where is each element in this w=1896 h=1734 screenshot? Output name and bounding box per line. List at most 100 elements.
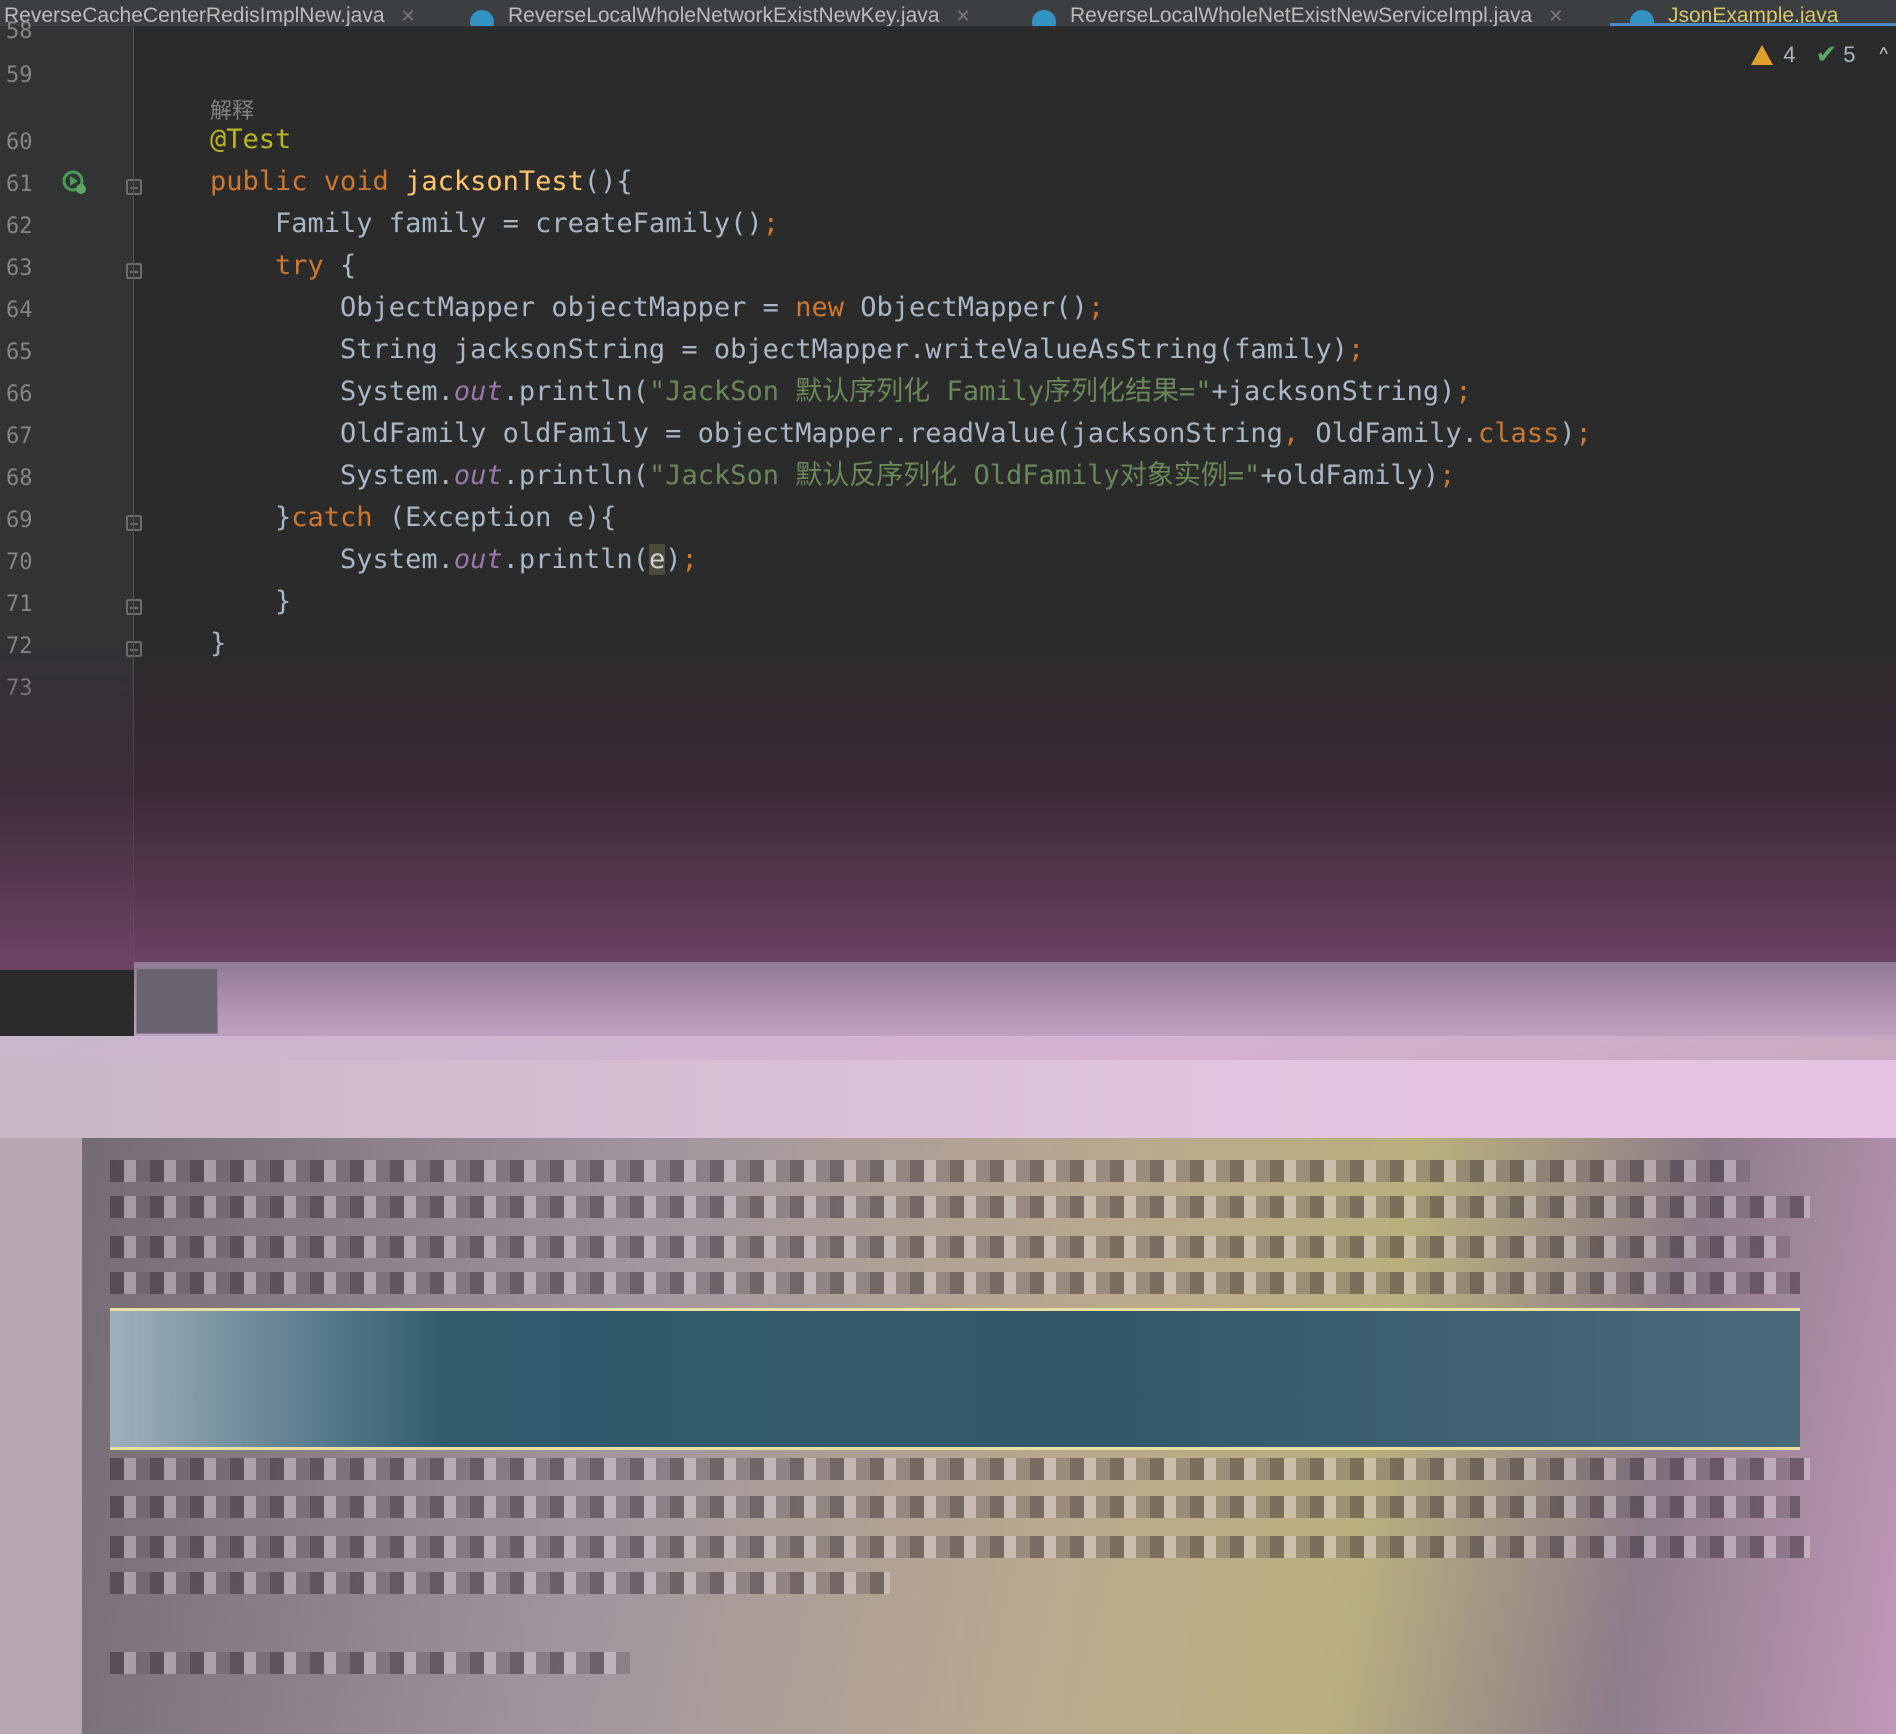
fold-marker[interactable] [126, 599, 142, 615]
keyword: catch [291, 502, 373, 533]
line-number: 69 [6, 508, 33, 533]
code-text: (Exception e){ [372, 502, 617, 533]
line-number: 64 [6, 298, 33, 323]
code-text: ObjectMapper objectMapper = [210, 292, 796, 323]
semicolon: ; [762, 208, 779, 239]
close-icon[interactable]: ✕ [955, 6, 970, 26]
code-text: Family family = createFamily() [210, 208, 763, 239]
code-text: (){ [583, 166, 633, 197]
keyword: public void [210, 166, 406, 197]
java-class-icon [1630, 10, 1654, 26]
semicolon: ; [1347, 334, 1365, 365]
static-field: out [453, 460, 503, 491]
console-line [110, 1536, 1810, 1558]
code-line-69[interactable]: }catch (Exception e){ [210, 501, 616, 535]
tab-reverse-cache-center[interactable]: ReverseCacheCenterRedisImplNew.java ✕ [4, 0, 416, 26]
line-number: 62 [6, 214, 33, 239]
semicolon: ; [1087, 292, 1105, 323]
console-line [110, 1160, 1750, 1182]
ok-count: 5 [1843, 41, 1856, 67]
editor-tab-bar: ReverseCacheCenterRedisImplNew.java ✕ Re… [0, 0, 1896, 27]
console-line [110, 1196, 1810, 1218]
line-number: 58 [6, 19, 33, 44]
code-text: OldFamily. [1299, 418, 1478, 449]
tab-reverse-local-network-key[interactable]: ReverseLocalWholeNetworkExistNewKey.java… [470, 0, 971, 26]
line-number: 65 [6, 340, 33, 365]
code-line-60[interactable]: @Test [210, 123, 291, 157]
line-number: 68 [6, 466, 33, 491]
console-line [110, 1272, 1800, 1294]
java-class-icon [470, 10, 494, 26]
code-text: ) [665, 544, 682, 575]
static-field: out [453, 376, 503, 407]
tab-label: ReverseLocalWholeNetworkExistNewKey.java [508, 4, 940, 27]
warning-icon [1751, 44, 1774, 65]
close-icon[interactable]: ✕ [1548, 6, 1563, 26]
semicolon: ; [1455, 376, 1472, 407]
code-line-66[interactable]: System.out.println("JackSon 默认序列化 Family… [210, 375, 1472, 409]
code-line-67[interactable]: OldFamily oldFamily = objectMapper.readV… [210, 417, 1592, 451]
code-text: .println( [502, 376, 649, 407]
code-line-62[interactable]: Family family = createFamily(); [210, 207, 779, 241]
code-line-68[interactable]: System.out.println("JackSon 默认反序列化 OldFa… [210, 459, 1455, 493]
code-text: OldFamily oldFamily = objectMapper.readV… [210, 418, 1283, 449]
rendered-doc-comment: 解释 [210, 99, 255, 124]
comma: , [1282, 418, 1300, 449]
code-line-61[interactable]: public void jacksonTest(){ [210, 165, 633, 199]
code-text: ) [1559, 418, 1576, 449]
tool-window-header [0, 1060, 1896, 1138]
check-icon: ✔ [1815, 39, 1838, 69]
semicolon: ; [1575, 418, 1592, 449]
code-line-71[interactable]: } [210, 585, 291, 619]
code-line-70[interactable]: System.out.println(e); [210, 543, 698, 577]
line-number: 60 [6, 130, 33, 155]
code-line-65[interactable]: String jacksonString = objectMapper.writ… [210, 333, 1364, 367]
method-name: jacksonTest [405, 166, 584, 197]
line-number: 61 [6, 172, 33, 197]
tool-window-sidebar [0, 1138, 82, 1734]
keyword: try [210, 250, 324, 281]
code-text: } [210, 586, 292, 617]
scrollbar-thumb[interactable] [136, 968, 218, 1034]
tab-json-example[interactable]: JsonExample.java [1609, 0, 1896, 27]
horizontal-scrollbar[interactable] [134, 962, 1896, 1036]
inspection-widget[interactable]: 4 ✔ 5 ^ [1751, 39, 1888, 70]
string-literal: "JackSon 默认序列化 Family序列化结果=" [648, 376, 1212, 407]
code-line-63[interactable]: try { [210, 249, 356, 283]
fold-marker[interactable] [126, 263, 142, 279]
code-text: System. [210, 544, 454, 575]
code-text: String jacksonString = objectMapper.writ… [210, 334, 1348, 365]
fold-marker[interactable] [126, 179, 142, 195]
run-test-icon[interactable] [62, 170, 88, 196]
string-literal: "JackSon 默认反序列化 OldFamily对象实例=" [648, 460, 1261, 491]
code-text: System. [210, 460, 454, 491]
tab-reverse-local-service-impl[interactable]: ReverseLocalWholeNetExistNewServiceImpl.… [1032, 0, 1563, 26]
caret-highlight: e [648, 544, 666, 575]
line-number: 67 [6, 424, 33, 449]
line-number: 59 [6, 63, 33, 88]
line-number: 71 [6, 592, 33, 617]
tab-label: JsonExample.java [1668, 4, 1839, 27]
static-field: out [453, 544, 503, 575]
console-selected-block[interactable] [110, 1308, 1800, 1450]
semicolon: ; [681, 544, 698, 575]
fold-marker[interactable] [126, 515, 142, 531]
code-text: System. [210, 376, 454, 407]
code-line-64[interactable]: ObjectMapper objectMapper = new ObjectMa… [210, 291, 1104, 325]
code-text: +oldFamily) [1260, 460, 1440, 491]
semicolon: ; [1439, 460, 1456, 491]
code-text: .println( [502, 460, 649, 491]
code-text: +jacksonString) [1211, 376, 1456, 407]
console-line [110, 1652, 630, 1674]
java-class-icon [1032, 10, 1056, 26]
chevron-up-icon[interactable]: ^ [1880, 44, 1888, 65]
line-number: 63 [6, 256, 33, 281]
distortion-overlay [0, 640, 1896, 970]
code-text: .println( [502, 544, 649, 575]
line-number: 70 [6, 550, 33, 575]
console-line [110, 1496, 1800, 1518]
code-text: { [323, 250, 357, 281]
annotation: @Test [210, 124, 292, 155]
close-icon[interactable]: ✕ [401, 6, 416, 26]
line-number: 66 [6, 382, 33, 407]
